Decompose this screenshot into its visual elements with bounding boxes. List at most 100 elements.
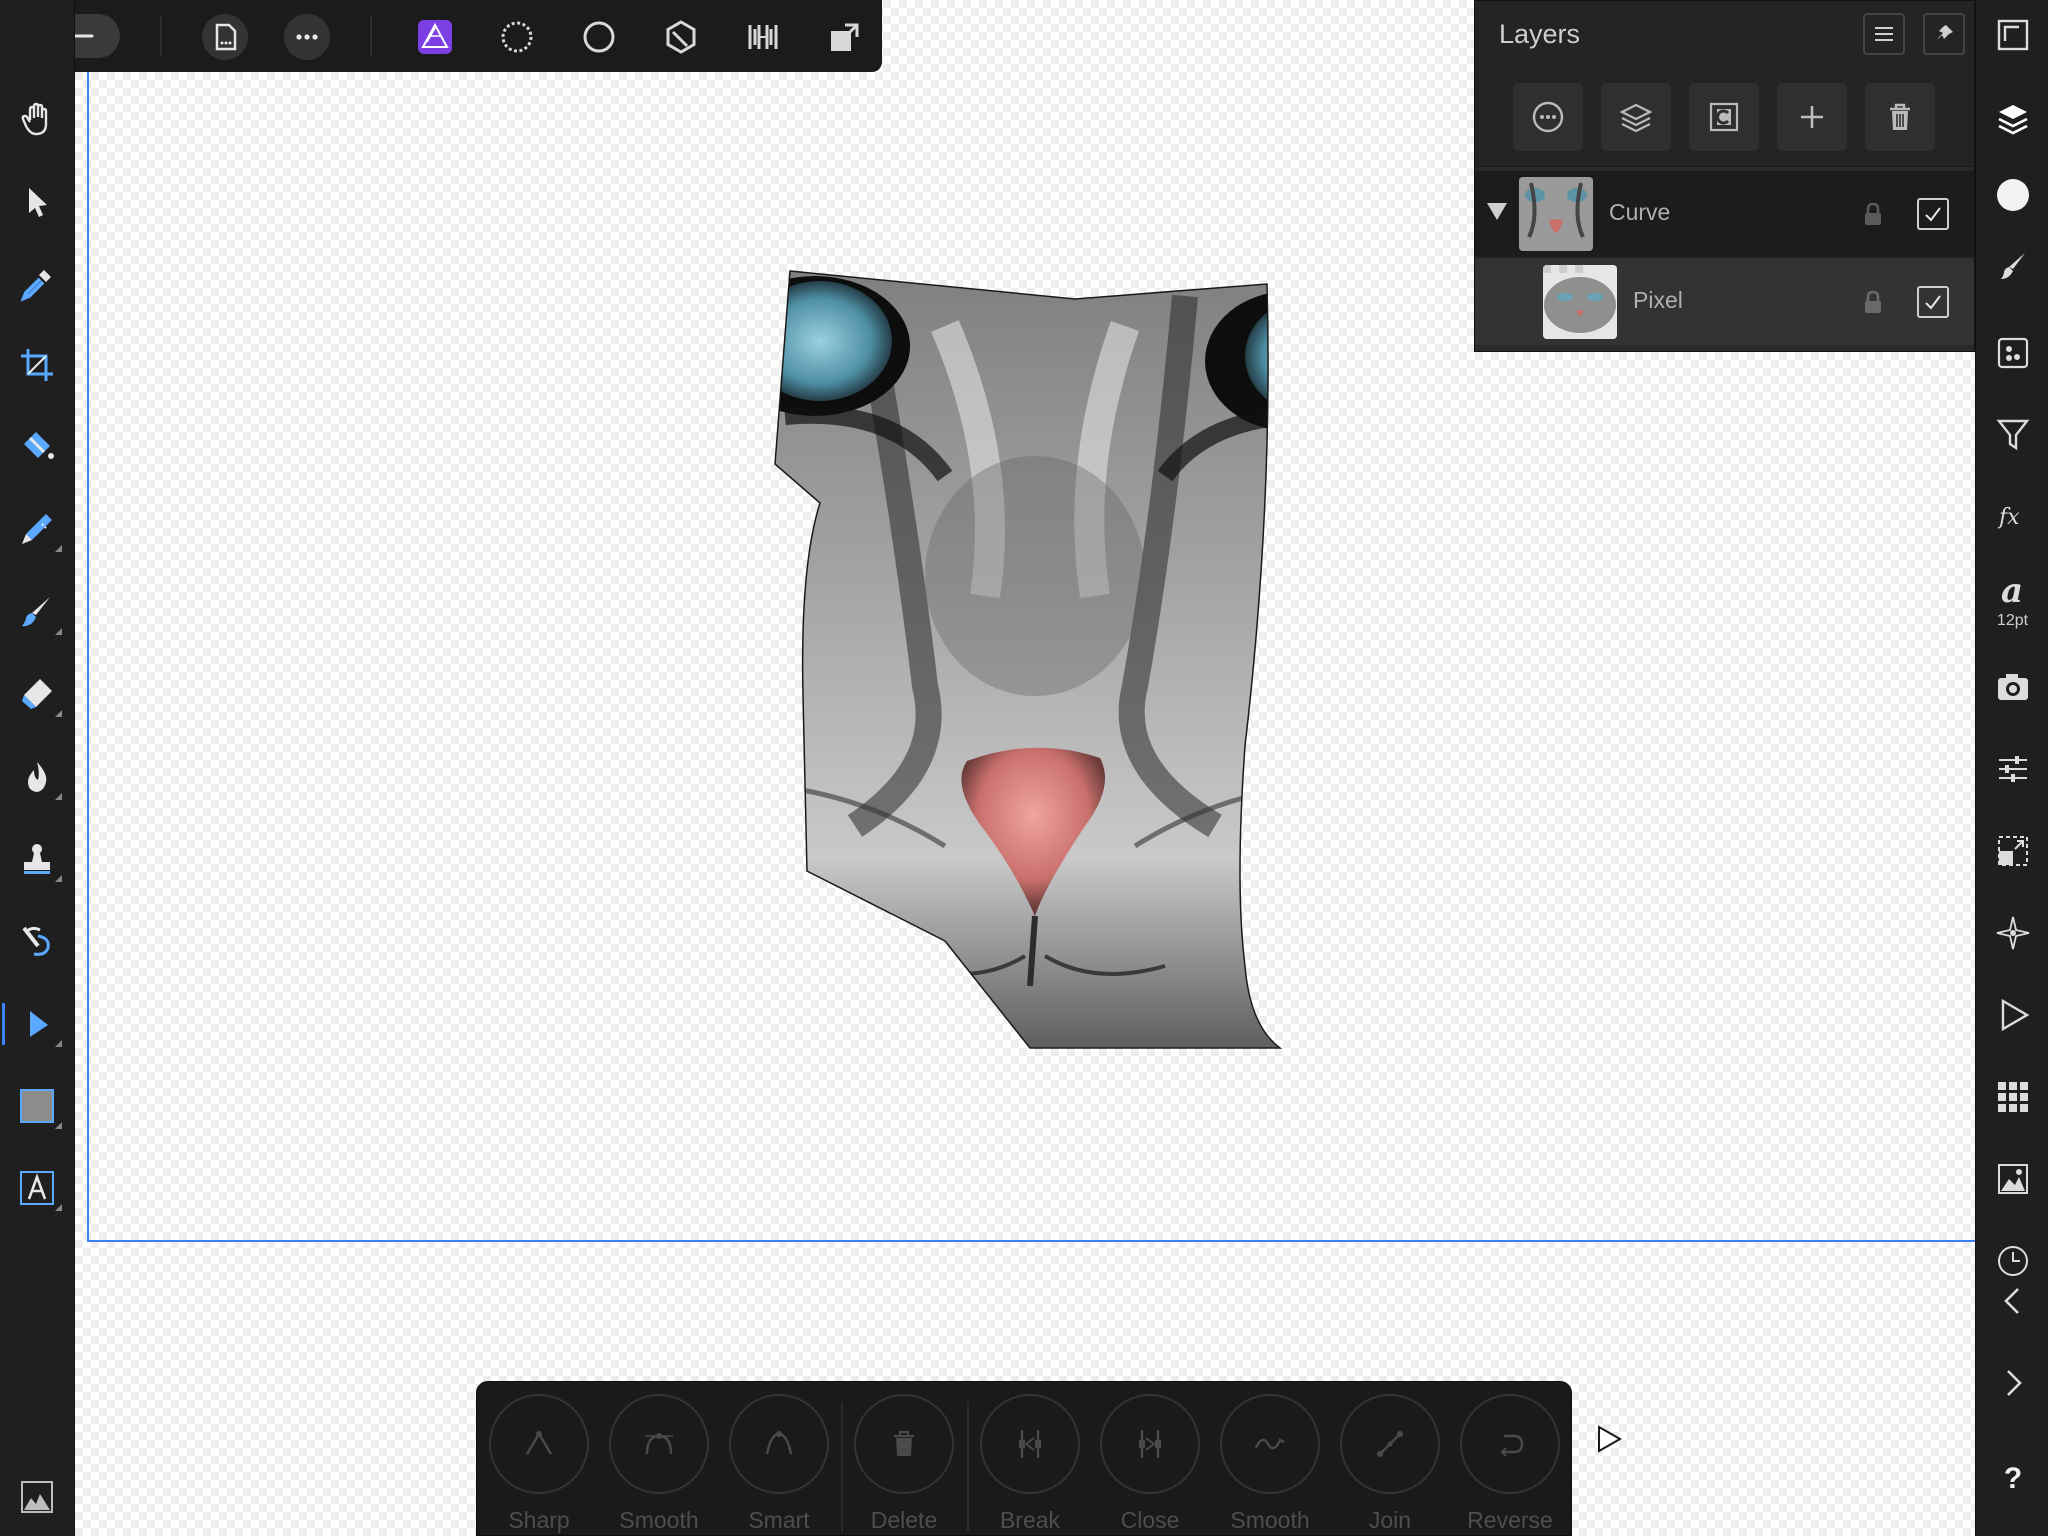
brushes-studio-button[interactable] — [1990, 244, 2036, 290]
tools-panel — [0, 0, 75, 1536]
toolbar-separator — [370, 16, 372, 56]
export-persona-icon — [748, 25, 778, 49]
layer-options-button[interactable] — [1513, 83, 1583, 151]
layers-studio-button[interactable] — [1990, 96, 2036, 142]
document-icon — [215, 23, 237, 51]
smart-node-button[interactable]: Smart — [729, 1394, 829, 1536]
lock-icon[interactable] — [1861, 201, 1885, 227]
navigator-toggle[interactable] — [10, 1470, 64, 1524]
smooth-curve-icon — [1254, 1438, 1285, 1450]
rectangle-icon — [20, 1089, 54, 1123]
join-curves-button[interactable]: Join — [1340, 1394, 1440, 1536]
document-bounds-bottom — [87, 1240, 1975, 1242]
swatches-studio-button[interactable] — [1990, 1074, 2036, 1120]
close-curve-button[interactable]: Close — [1100, 1394, 1200, 1536]
brush-icon — [2001, 253, 2025, 279]
photo-persona-button[interactable] — [412, 14, 458, 60]
macro-studio-button[interactable] — [1990, 992, 2036, 1038]
pointer-arrow-icon — [29, 188, 47, 217]
visibility-checkbox-pixel[interactable] — [1917, 286, 1949, 318]
reverse-curve-button[interactable]: Reverse — [1460, 1394, 1560, 1536]
stock-studio-button[interactable] — [1990, 664, 2036, 710]
document-menu-button[interactable] — [202, 14, 248, 60]
erase-brush-tool[interactable] — [10, 667, 64, 721]
effects-studio-button[interactable]: fx — [1990, 493, 2036, 539]
channels-studio-button[interactable] — [1990, 1156, 2036, 1202]
color-studio-button[interactable] — [1990, 172, 2036, 218]
layers-panel: Layers Curve Pixel — [1474, 0, 1975, 352]
color-circle-icon — [1997, 179, 2029, 211]
svg-text:fx: fx — [1997, 505, 2020, 530]
layer-row-pixel[interactable]: Pixel — [1475, 259, 1974, 345]
adjustments-studio-button[interactable] — [1990, 330, 2036, 376]
checkmark-icon — [1925, 295, 1941, 310]
burn-brush-tool[interactable] — [10, 750, 64, 804]
add-layer-button[interactable] — [1777, 83, 1847, 151]
navigator-studio-button[interactable] — [1990, 828, 2036, 874]
more-options-button[interactable] — [284, 14, 330, 60]
liquify-persona-button[interactable] — [494, 14, 540, 60]
lock-icon[interactable] — [1861, 289, 1885, 315]
node-tool[interactable] — [2, 997, 64, 1051]
trash-icon — [894, 1430, 914, 1456]
pin-panel-button[interactable] — [1923, 13, 1965, 55]
sharp-node-button[interactable]: Sharp — [489, 1394, 589, 1536]
paint-brush-tool[interactable] — [10, 585, 64, 639]
text-tool[interactable] — [10, 1161, 64, 1215]
button-label: Close — [1120, 1507, 1180, 1533]
transform-studio-button[interactable] — [1990, 746, 2036, 792]
snapping-studio-button[interactable] — [1990, 910, 2036, 956]
layers-stack-icon — [1619, 103, 1653, 133]
reverse-curve-icon — [1500, 1434, 1524, 1457]
sharp-node-icon — [525, 1431, 553, 1455]
layers-panel-header: Layers — [1475, 1, 1974, 67]
layer-name-pixel: Pixel — [1633, 287, 1683, 313]
clone-brush-tool[interactable] — [10, 832, 64, 886]
cat-face-warped-image[interactable] — [745, 266, 1360, 1056]
crop-tool[interactable] — [10, 338, 64, 392]
layer-row-curve[interactable]: Curve — [1475, 171, 1974, 257]
eraser-icon — [22, 679, 52, 709]
rectangle-tool[interactable] — [10, 1079, 64, 1133]
move-tool[interactable] — [10, 175, 64, 229]
smooth-curve-button[interactable]: Smooth — [1220, 1394, 1320, 1536]
mask-layer-button[interactable] — [1689, 83, 1759, 151]
selection-brush-tool[interactable] — [10, 502, 64, 556]
layer-modes-button[interactable] — [1601, 83, 1671, 151]
tone-mapping-persona-button[interactable] — [658, 14, 704, 60]
color-picker-tool[interactable] — [10, 257, 64, 311]
grid-icon — [1998, 1082, 2028, 1112]
ellipsis-icon — [296, 34, 318, 40]
sliders-icon — [1999, 756, 2027, 782]
toolbar-expand-icon[interactable] — [1594, 1424, 1624, 1454]
image-landscape-icon — [21, 1481, 53, 1513]
flyout-indicator — [55, 1040, 62, 1047]
selection-brush-icon — [22, 514, 52, 544]
paint-brush-icon — [22, 597, 50, 627]
fullscreen-toggle[interactable] — [1990, 12, 2036, 58]
visibility-checkbox-curve[interactable] — [1917, 198, 1949, 230]
undo-button[interactable] — [1990, 1278, 2036, 1324]
paint-bucket-icon — [24, 432, 54, 459]
break-curve-button[interactable]: Break — [980, 1394, 1080, 1536]
affinity-photo-app: Layers Curve Pixel fx a 12pt ? Sharp Smo… — [0, 0, 2048, 1536]
help-button[interactable]: ? — [1990, 1456, 2036, 1502]
disclosure-triangle-icon[interactable] — [1487, 203, 1507, 220]
delete-node-button[interactable]: Delete — [854, 1394, 954, 1536]
share-persona-button[interactable] — [822, 14, 868, 60]
export-persona-button[interactable] — [740, 14, 786, 60]
develop-persona-button[interactable] — [576, 14, 622, 60]
flood-fill-tool[interactable] — [10, 420, 64, 474]
filters-studio-button[interactable] — [1990, 411, 2036, 457]
plus-icon — [1801, 106, 1823, 128]
join-curves-icon — [1377, 1431, 1403, 1457]
delete-layer-button[interactable] — [1865, 83, 1935, 151]
undo-brush-tool[interactable] — [10, 914, 64, 968]
view-tool[interactable] — [10, 92, 64, 146]
text-styles-studio-button[interactable]: a — [1990, 565, 2036, 611]
photo-persona-icon — [418, 20, 452, 54]
mask-icon — [1709, 102, 1739, 132]
smooth-node-button[interactable]: Smooth — [609, 1394, 709, 1536]
redo-button[interactable] — [1990, 1360, 2036, 1406]
panel-menu-button[interactable] — [1863, 13, 1905, 55]
